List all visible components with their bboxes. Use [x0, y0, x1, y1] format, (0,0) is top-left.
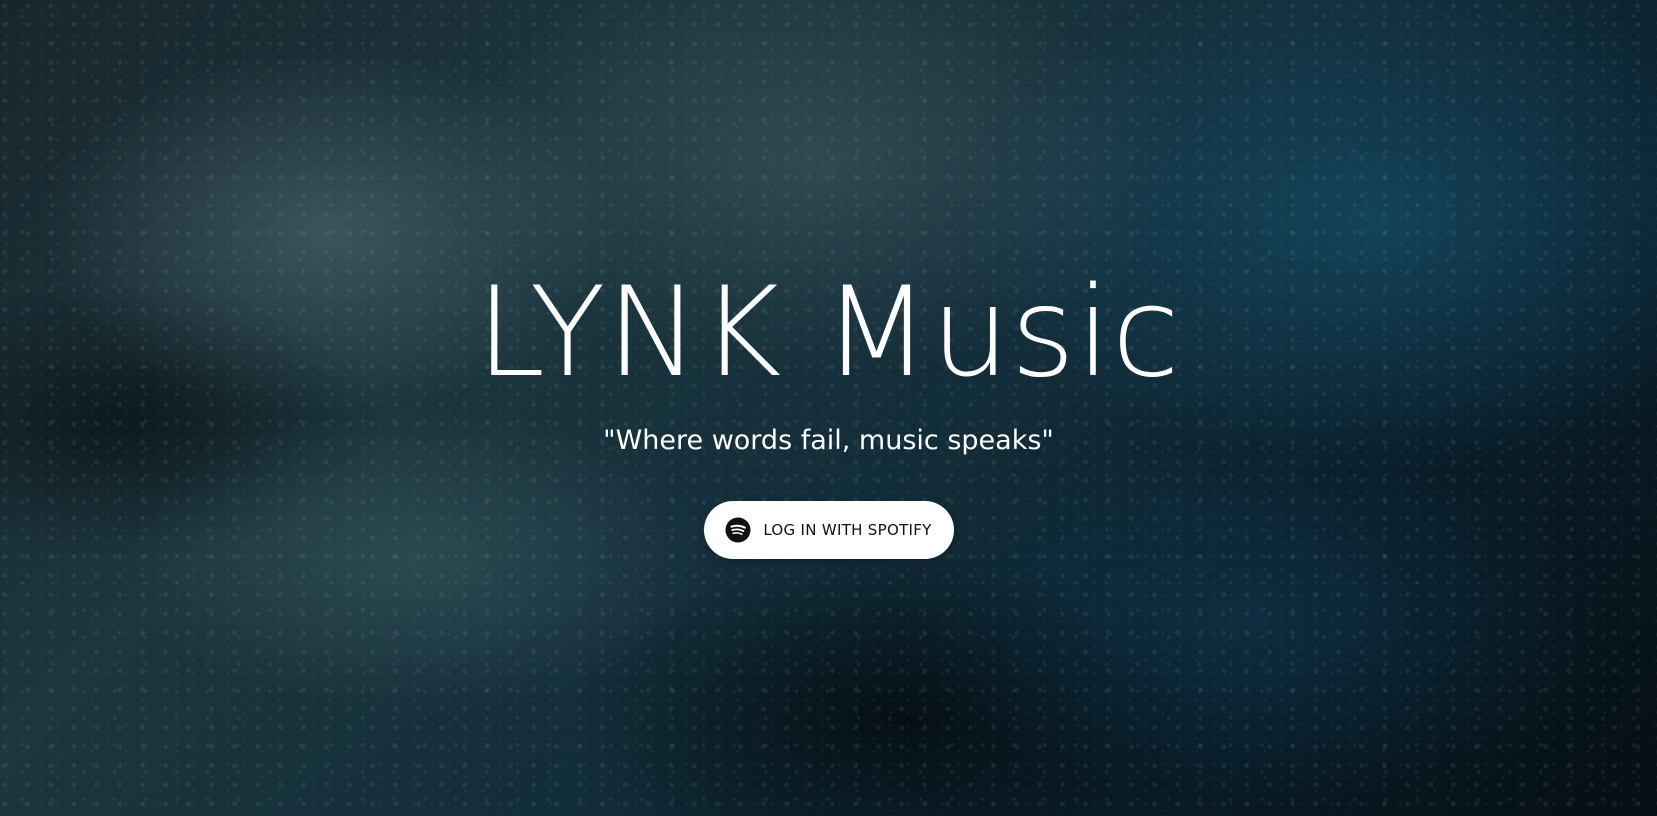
spotify-icon [725, 517, 751, 543]
login-button-label: LOG IN WITH SPOTIFY [763, 521, 932, 539]
page-title: LYNK Music [476, 261, 1181, 405]
tagline: "Where words fail, music speaks" [603, 425, 1054, 456]
hero-background: LYNK Music "Where words fail, music spea… [0, 0, 1657, 816]
spotify-login-button[interactable]: LOG IN WITH SPOTIFY [703, 501, 954, 559]
hero-content: LYNK Music "Where words fail, music spea… [0, 0, 1657, 816]
